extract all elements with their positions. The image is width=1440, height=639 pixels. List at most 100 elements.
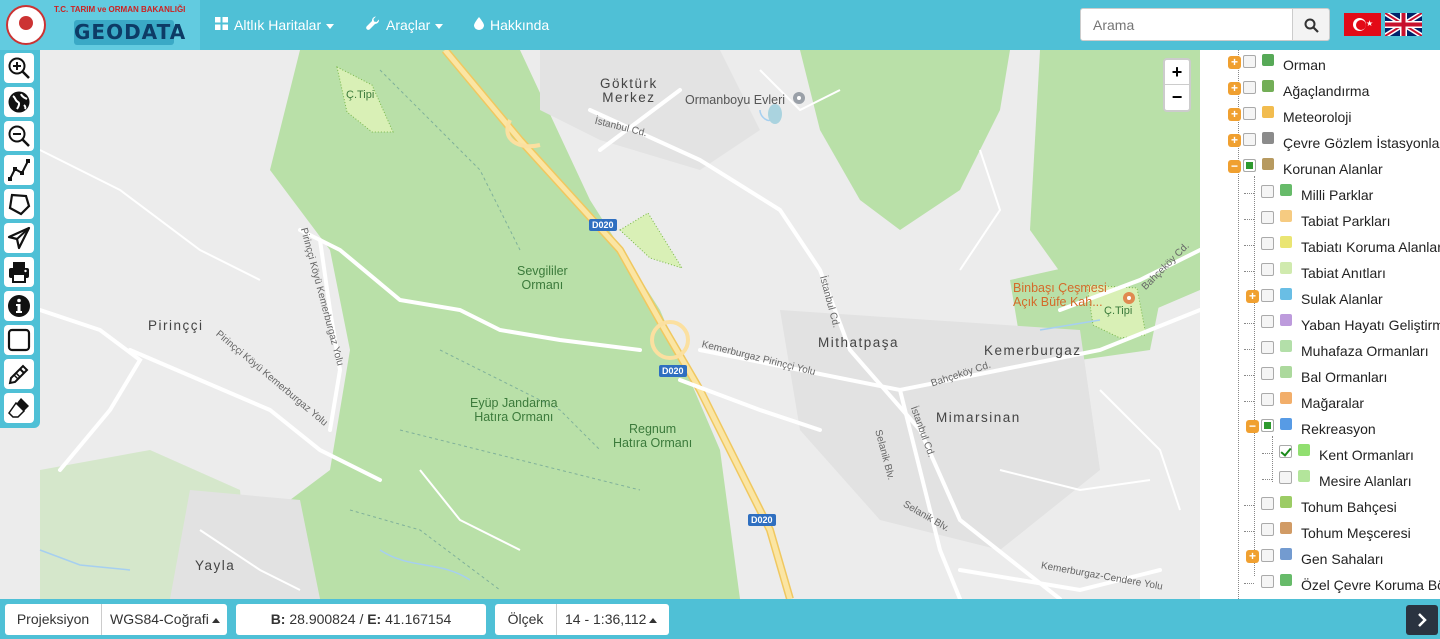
draw-icon [8,364,29,385]
send-location-tool[interactable] [4,223,34,253]
map-label: Göktürk Merkez [600,76,658,105]
layer-row[interactable]: + Gen Sahaları [1200,545,1440,569]
search-input[interactable] [1080,8,1293,41]
layer-icon [1262,106,1274,118]
send-location-icon [7,226,31,250]
eraser-tool[interactable] [4,393,34,423]
layer-row[interactable]: Tohum Bahçesi [1200,493,1440,517]
layer-checkbox[interactable] [1261,211,1274,224]
expand-icon[interactable]: + [1246,550,1259,563]
expand-icon[interactable]: + [1246,290,1259,303]
layer-icon [1280,418,1292,430]
layer-checkbox[interactable] [1261,289,1274,302]
layer-row[interactable]: Kent Ormanları [1200,441,1440,465]
layer-checkbox[interactable] [1279,445,1292,458]
layer-row[interactable]: Tabiat Parkları [1200,207,1440,231]
wrench-icon [366,1,380,51]
road-shield: D020 [748,514,776,526]
layer-row[interactable]: − Rekreasyon [1200,415,1440,439]
eraser-icon [8,398,29,418]
layer-label: Rekreasyon [1301,421,1376,437]
layer-checkbox[interactable] [1261,367,1274,380]
select-box-tool[interactable] [4,325,34,355]
layer-row[interactable]: Özel Çevre Koruma Bölgeleri [1200,571,1440,595]
layer-checkbox[interactable] [1261,237,1274,250]
layer-checkbox[interactable] [1261,341,1274,354]
layer-checkbox[interactable] [1243,159,1256,172]
layer-row[interactable]: Tohum Meşceresi [1200,519,1440,543]
layer-row[interactable]: + Meteoroloji [1200,103,1440,127]
layer-checkbox[interactable] [1261,419,1274,432]
map-label: Ormanboyu Evleri [685,93,786,107]
layer-checkbox[interactable] [1261,497,1274,510]
nav-about-link[interactable]: Hakkında [474,0,549,50]
measure-line-icon [8,159,30,181]
measure-line-tool[interactable] [4,155,34,185]
layer-checkbox[interactable] [1243,55,1256,68]
full-extent-tool[interactable] [4,87,34,117]
layer-row[interactable]: + Çevre Gözlem İstasyonları [1200,129,1440,153]
layer-row[interactable]: Mesire Alanları [1200,467,1440,491]
layer-checkbox[interactable] [1261,523,1274,536]
layer-checkbox[interactable] [1261,185,1274,198]
layer-label: Tabiat Parkları [1301,213,1391,229]
zoom-in-button[interactable]: + [1165,60,1189,85]
layer-checkbox[interactable] [1243,107,1256,120]
map-canvas[interactable]: Ç.Tipi Göktürk Merkez Ormanboyu Evleri İ… [0,50,1200,599]
expand-icon[interactable]: + [1228,108,1241,121]
english-flag-icon[interactable] [1385,13,1422,36]
layer-checkbox[interactable] [1279,471,1292,484]
layer-row[interactable]: + Orman [1200,51,1440,75]
layer-row[interactable]: Yaban Hayatı Geliştirme [1200,311,1440,335]
layer-icon [1262,80,1274,92]
nav-basemaps-menu[interactable]: Altlık Haritalar [215,0,335,50]
map-toolbar [0,50,40,428]
layer-row[interactable]: + Ağaçlandırma [1200,77,1440,101]
draw-tool[interactable] [4,359,34,389]
layer-row[interactable]: Tabiatı Koruma Alanları [1200,233,1440,257]
layer-row[interactable]: Muhafaza Ormanları [1200,337,1440,361]
layer-checkbox[interactable] [1261,549,1274,562]
layer-checkbox[interactable] [1243,133,1256,146]
layer-checkbox[interactable] [1261,575,1274,588]
expand-icon[interactable]: + [1228,134,1241,147]
layer-tree-panel[interactable]: + Orman + Ağaçlandırma + Meteoroloji + Çevre Gö… [1200,50,1440,599]
layer-row[interactable]: Bal Ormanları [1200,363,1440,387]
layer-label: Sulak Alanlar [1301,291,1383,307]
layer-icon [1298,470,1310,482]
coord-e-value: 41.167154 [385,611,452,627]
collapse-icon[interactable]: − [1246,420,1259,433]
layer-row[interactable]: Mağaralar [1200,389,1440,413]
zoom-out-tool[interactable] [4,121,34,151]
layer-row[interactable]: − Korunan Alanlar [1200,155,1440,179]
print-tool[interactable] [4,257,34,287]
scale-value: 14 - 1:36,112 [565,611,647,627]
brand-logo[interactable]: T.C. TARIM ve ORMAN BAKANLIĞI GEODATA [0,0,200,50]
scale-label: Ölçek [495,604,557,635]
road-shield: D020 [589,219,617,231]
expand-icon[interactable]: + [1228,56,1241,69]
projection-select[interactable]: WGS84-Coğrafi [102,604,227,635]
layer-checkbox[interactable] [1243,81,1256,94]
layer-row[interactable]: Tabiat Anıtları [1200,259,1440,283]
turkish-flag-icon[interactable]: ★ [1344,13,1381,36]
layer-icon [1262,132,1274,144]
info-tool[interactable] [4,291,34,321]
scale-select[interactable]: 14 - 1:36,112 [557,604,669,635]
layer-icon [1280,340,1292,352]
next-panel-button[interactable] [1406,605,1438,635]
collapse-icon[interactable]: − [1228,160,1241,173]
expand-icon[interactable]: + [1228,82,1241,95]
layer-row[interactable]: Milli Parklar [1200,181,1440,205]
search-button[interactable] [1292,8,1330,41]
layer-checkbox[interactable] [1261,393,1274,406]
zoom-out-button[interactable]: − [1165,85,1189,110]
map-label: Binbaşı Çeşmesi Açık Büfe Kah... [1013,281,1107,309]
nav-tools-menu[interactable]: Araçlar [366,0,444,51]
caret-down-icon [326,23,335,29]
layer-checkbox[interactable] [1261,315,1274,328]
measure-area-tool[interactable] [4,189,34,219]
layer-row[interactable]: + Sulak Alanlar [1200,285,1440,309]
zoom-in-tool[interactable] [4,53,34,83]
layer-checkbox[interactable] [1261,263,1274,276]
